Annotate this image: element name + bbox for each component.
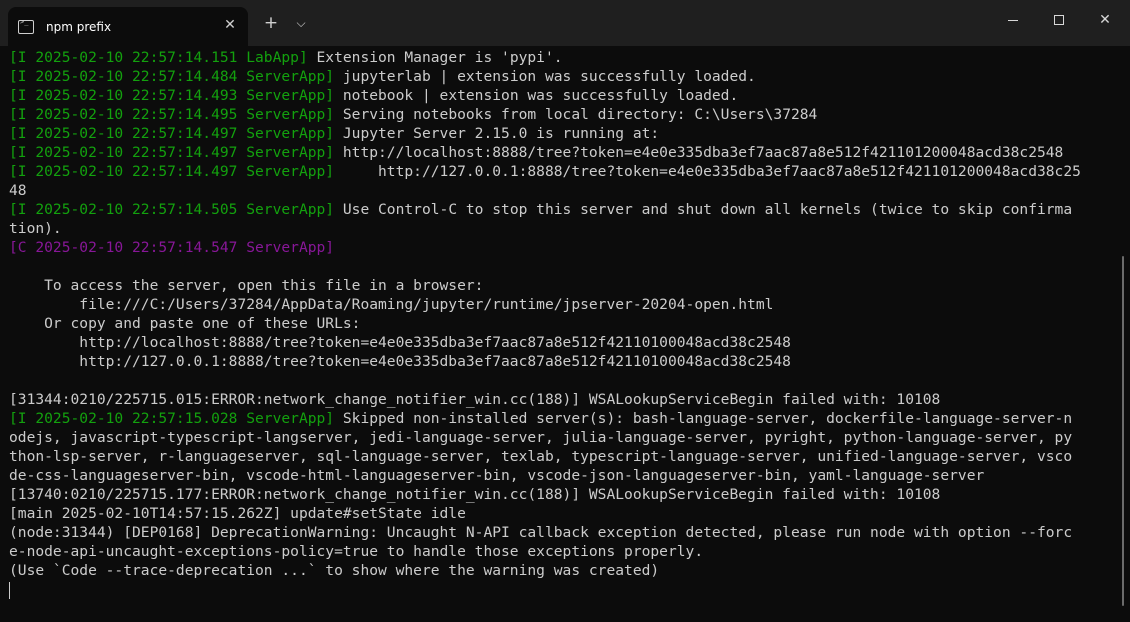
terminal-line: Or copy and paste one of these URLs: [9, 314, 1109, 333]
tab-npm-prefix[interactable]: npm prefix ✕ [8, 7, 248, 46]
log-message: de-css-languageserver-bin, vscode-html-l… [9, 467, 985, 484]
terminal-line: [I 2025-02-10 22:57:14.497 ServerApp] ht… [9, 143, 1109, 162]
terminal-icon [18, 18, 34, 34]
text-cursor [9, 582, 10, 599]
log-message: http://localhost:8888/tree?token=e4e0e33… [334, 144, 1064, 161]
log-message: thon-lsp-server, r-languageserver, sql-l… [9, 448, 1073, 465]
log-timestamp: [I 2025-02-10 22:57:14.497 ServerApp] [9, 144, 335, 161]
log-message: (Use `Code --trace-deprecation ...` to s… [9, 562, 660, 579]
title-bar: npm prefix ✕ + ⌵ ✕ [0, 0, 1130, 46]
terminal-line: [I 2025-02-10 22:57:14.497 ServerApp] ht… [9, 162, 1109, 181]
log-timestamp: [I 2025-02-10 22:57:14.497 ServerApp] [9, 163, 335, 180]
terminal-line: (node:31344) [DEP0168] DeprecationWarnin… [9, 523, 1109, 542]
log-message: 48 [9, 182, 27, 199]
log-timestamp: [C 2025-02-10 22:57:14.547 ServerApp] [9, 239, 335, 256]
log-message: http://127.0.0.1:8888/tree?token=e4e0e33… [334, 163, 1081, 180]
log-timestamp: [I 2025-02-10 22:57:14.505 ServerApp] [9, 201, 335, 218]
terminal-line: [C 2025-02-10 22:57:14.547 ServerApp] [9, 238, 1109, 257]
terminal-line: To access the server, open this file in … [9, 276, 1109, 295]
log-message: [31344:0210/225715.015:ERROR:network_cha… [9, 391, 941, 408]
log-message: To access the server, open this file in … [9, 277, 484, 294]
terminal-line: [I 2025-02-10 22:57:14.497 ServerApp] Ju… [9, 124, 1109, 143]
log-timestamp: [I 2025-02-10 22:57:14.484 ServerApp] [9, 68, 335, 85]
terminal-line: [I 2025-02-10 22:57:14.151 LabApp] Exten… [9, 48, 1109, 67]
log-message: http://localhost:8888/tree?token=e4e0e33… [9, 334, 791, 351]
terminal-line: http://127.0.0.1:8888/tree?token=e4e0e33… [9, 352, 1109, 371]
log-message: e-node-api-uncaught-exceptions-policy=tr… [9, 543, 704, 560]
terminal-line: [I 2025-02-10 22:57:14.505 ServerApp] Us… [9, 200, 1109, 219]
terminal-line: file:///C:/Users/37284/AppData/Roaming/j… [9, 295, 1109, 314]
terminal-line: http://localhost:8888/tree?token=e4e0e33… [9, 333, 1109, 352]
terminal-line: odejs, javascript-typescript-langserver,… [9, 428, 1109, 447]
terminal-line: (Use `Code --trace-deprecation ...` to s… [9, 561, 1109, 580]
log-message: tion). [9, 220, 62, 237]
maximize-button[interactable] [1036, 0, 1082, 40]
log-timestamp: [I 2025-02-10 22:57:14.493 ServerApp] [9, 87, 335, 104]
terminal-output[interactable]: [I 2025-02-10 22:57:14.151 LabApp] Exten… [9, 48, 1109, 618]
terminal-line: e-node-api-uncaught-exceptions-policy=tr… [9, 542, 1109, 561]
scrollbar[interactable] [1122, 256, 1124, 606]
tab-title: npm prefix [46, 19, 112, 34]
close-tab-icon[interactable]: ✕ [222, 17, 238, 33]
close-window-button[interactable]: ✕ [1082, 0, 1128, 40]
log-timestamp: [I 2025-02-10 22:57:15.028 ServerApp] [9, 410, 335, 427]
log-message: Skipped non-installed server(s): bash-la… [334, 410, 1073, 427]
terminal-line: [I 2025-02-10 22:57:14.493 ServerApp] no… [9, 86, 1109, 105]
terminal-line: 48 [9, 181, 1109, 200]
terminal-line: [13740:0210/225715.177:ERROR:network_cha… [9, 485, 1109, 504]
minimize-button[interactable] [990, 0, 1036, 40]
log-timestamp: [I 2025-02-10 22:57:14.497 ServerApp] [9, 125, 335, 142]
log-message: Jupyter Server 2.15.0 is running at: [334, 125, 660, 142]
terminal-line: thon-lsp-server, r-languageserver, sql-l… [9, 447, 1109, 466]
maximize-icon [1054, 15, 1064, 25]
terminal-line: [31344:0210/225715.015:ERROR:network_cha… [9, 390, 1109, 409]
log-message: odejs, javascript-typescript-langserver,… [9, 429, 1073, 446]
terminal-line: [main 2025-02-10T14:57:15.262Z] update#s… [9, 504, 1109, 523]
log-message: [13740:0210/225715.177:ERROR:network_cha… [9, 486, 941, 503]
log-timestamp: [I 2025-02-10 22:57:14.495 ServerApp] [9, 106, 335, 123]
log-message: (node:31344) [DEP0168] DeprecationWarnin… [9, 524, 1073, 541]
log-message: http://127.0.0.1:8888/tree?token=e4e0e33… [9, 353, 791, 370]
log-message: Or copy and paste one of these URLs: [9, 315, 361, 332]
close-icon: ✕ [1099, 12, 1111, 28]
chevron-down-icon[interactable]: ⌵ [289, 12, 313, 34]
terminal-line: [I 2025-02-10 22:57:15.028 ServerApp] Sk… [9, 409, 1109, 428]
log-message: jupyterlab | extension was successfully … [334, 68, 756, 85]
minimize-icon [1008, 19, 1018, 21]
log-message: file:///C:/Users/37284/AppData/Roaming/j… [9, 296, 774, 313]
log-message: [main 2025-02-10T14:57:15.262Z] update#s… [9, 505, 466, 522]
terminal-line: de-css-languageserver-bin, vscode-html-l… [9, 466, 1109, 485]
log-message: Extension Manager is 'pypi'. [307, 49, 563, 66]
terminal-line: [I 2025-02-10 22:57:14.484 ServerApp] ju… [9, 67, 1109, 86]
log-message: Serving notebooks from local directory: … [334, 106, 818, 123]
log-message: Use Control-C to stop this server and sh… [334, 201, 1073, 218]
new-tab-button[interactable]: + [259, 12, 283, 34]
terminal-line: tion). [9, 219, 1109, 238]
log-timestamp: [I 2025-02-10 22:57:14.151 LabApp] [9, 49, 308, 66]
terminal-line: [I 2025-02-10 22:57:14.495 ServerApp] Se… [9, 105, 1109, 124]
log-message: notebook | extension was successfully lo… [334, 87, 739, 104]
